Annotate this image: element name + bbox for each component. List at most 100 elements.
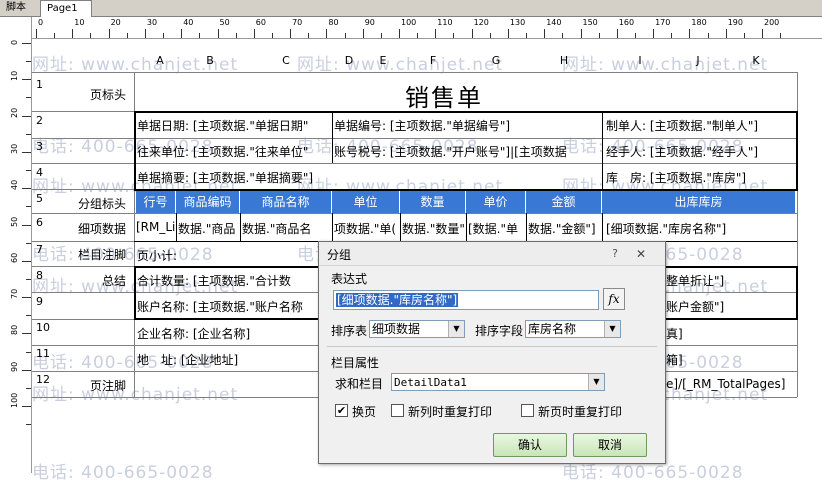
confirm-button[interactable]: 确认: [493, 433, 567, 457]
cell-handler[interactable]: 经手人: [主项数据."经手人"]: [606, 143, 794, 160]
cell-account-name[interactable]: 账户名称: [主项数据."账户名称: [137, 298, 317, 315]
sort-table-select[interactable]: 细项数据 ▼: [369, 320, 465, 338]
cancel-button[interactable]: 取消: [573, 433, 647, 457]
sum-column-select[interactable]: DetailData1 ▼: [391, 373, 605, 391]
band-column-footer[interactable]: 栏目注脚: [36, 246, 130, 263]
ruler-tick: [326, 29, 328, 38]
column-header-i[interactable]: I: [602, 52, 678, 70]
cell-partner[interactable]: 往来单位: [主项数据."往来单位": [137, 143, 331, 160]
page-break-checkbox[interactable]: ✔: [335, 404, 348, 417]
ruler-number: 140: [546, 18, 562, 27]
band-summary[interactable]: 总结: [36, 272, 130, 289]
cell-fax[interactable]: 真]: [666, 325, 794, 342]
cell-account[interactable]: 账号税号: [主项数据."开户账号"]|[主项数据: [334, 143, 600, 160]
column-header-d[interactable]: D: [332, 52, 366, 70]
band-page-header[interactable]: 页标头: [36, 86, 130, 103]
detail-cell-row-number[interactable]: [RM_Lir: [136, 220, 176, 234]
ruler-tick: [22, 224, 31, 226]
expression-value: [细项数据."库房名称"]: [336, 293, 459, 307]
close-icon[interactable]: ✕: [633, 246, 649, 262]
cell-creator[interactable]: 制单人: [主项数据."制单人"]: [606, 117, 794, 134]
header-cell-warehouse-out[interactable]: 出库库房: [602, 191, 796, 213]
header-cell-unit[interactable]: 单位: [332, 191, 400, 213]
chevron-down-icon[interactable]: ▼: [604, 321, 620, 337]
detail-cell-amount[interactable]: 数据."金额"]: [528, 220, 602, 237]
newpage-reprint-checkbox[interactable]: [521, 404, 534, 417]
ruler-tick: [380, 33, 382, 38]
ruler-tick: [181, 29, 183, 38]
grid-line: [32, 213, 797, 214]
detail-cell-warehouse[interactable]: [细项数据."库房名称"]: [606, 220, 794, 237]
cell-page-subtotal[interactable]: 页小计:: [137, 247, 317, 264]
tab-bar: 脚本 Page1: [0, 0, 822, 17]
ruler-tick: [399, 29, 400, 38]
ruler-tick: [562, 33, 564, 38]
header-cell-amount[interactable]: 金额: [526, 191, 602, 213]
chevron-down-icon[interactable]: ▼: [448, 321, 464, 337]
column-header-f[interactable]: F: [400, 52, 466, 70]
chevron-down-icon[interactable]: ▼: [588, 374, 604, 390]
tab-page1[interactable]: Page1: [40, 0, 92, 17]
ruler-tick: [616, 29, 618, 38]
ruler-tick: [199, 33, 201, 38]
column-header-k[interactable]: K: [718, 52, 794, 70]
column-header-a[interactable]: A: [140, 52, 180, 70]
header-cell-quantity[interactable]: 数量: [400, 191, 466, 213]
cell-email[interactable]: 箱]: [666, 351, 794, 368]
cell-doc-date[interactable]: 单据日期: [主项数据."单据日期": [137, 117, 331, 134]
detail-cell-quantity[interactable]: 数据."数量"]: [402, 220, 466, 237]
cell-border: [602, 213, 603, 241]
cell-company-address[interactable]: 地 址: [企业地址]: [137, 351, 317, 368]
newcol-reprint-checkbox[interactable]: [391, 404, 404, 417]
ruler-tick: [526, 33, 528, 38]
cell-warehouse[interactable]: 库 房: [主项数据."库房"]: [606, 169, 794, 186]
sort-field-select[interactable]: 库房名称 ▼: [525, 320, 621, 338]
ruler-number: 100: [401, 18, 417, 27]
header-cell-product-code[interactable]: 商品编码: [176, 191, 240, 213]
cell-account-amount[interactable]: 账户金额"]: [666, 298, 794, 315]
cell-company-name[interactable]: 企业名称: [企业名称]: [137, 325, 317, 342]
header-cell-product-name[interactable]: 商品名称: [240, 191, 332, 213]
band-group-header[interactable]: 分组标头: [36, 195, 130, 212]
cell-summary[interactable]: 单据摘要: [主项数据."单据摘要"]: [137, 169, 597, 186]
grid-line: [32, 138, 797, 139]
ruler-tick: [253, 29, 255, 38]
dialog-titlebar[interactable]: 分组 ? ✕: [319, 242, 665, 266]
report-title[interactable]: 销售单: [364, 78, 524, 113]
function-button[interactable]: fx: [603, 288, 625, 310]
cell-border: [796, 111, 798, 191]
column-header-h[interactable]: H: [526, 52, 602, 70]
sum-column-value: DetailData1: [394, 376, 467, 389]
ruler-tick: [671, 33, 673, 38]
cell-doc-number[interactable]: 单据编号: [主项数据."单据编号"]: [334, 117, 600, 134]
cell-total-quantity[interactable]: 合计数量: [主项数据."合计数: [137, 272, 317, 289]
horizontal-ruler: 0 10 20 30 40 50 60 70 80 90 100 110 120 130 140 150 160…: [32, 17, 822, 39]
ruler-number: 10: [10, 71, 19, 82]
sort-table-value: 细项数据: [372, 322, 421, 336]
sort-field-value: 库房名称: [528, 322, 577, 336]
column-header-j[interactable]: J: [678, 52, 718, 70]
tab-script[interactable]: 脚本: [0, 0, 38, 17]
band-detail-data[interactable]: 细项数据: [36, 220, 130, 237]
ruler-number: 70: [10, 288, 19, 300]
ruler-number: 40: [183, 18, 194, 27]
column-header-c[interactable]: C: [240, 52, 332, 70]
header-cell-row-number[interactable]: 行号: [136, 191, 176, 213]
column-header-e[interactable]: E: [366, 52, 400, 70]
cell-page-number[interactable]: e]/[_RM_TotalPages]: [666, 377, 794, 391]
ruler-number: 60: [255, 18, 266, 27]
ruler-number: 110: [437, 18, 453, 27]
detail-cell-unit[interactable]: 项数据."单(: [334, 220, 400, 237]
column-header-b[interactable]: B: [180, 52, 240, 70]
detail-cell-product-name[interactable]: 数据."商品名: [242, 220, 332, 237]
cell-discount[interactable]: 整单折让"]: [666, 272, 794, 289]
header-cell-unit-price[interactable]: 单价: [466, 191, 526, 213]
ruler-number: 90: [10, 361, 19, 372]
group-dialog[interactable]: 分组 ? ✕ 表达式 [细项数据."库房名称"] fx 排序表 细项数据 ▼ 排…: [318, 241, 666, 464]
detail-cell-unit-price[interactable]: [数据."单: [468, 220, 526, 237]
column-header-g[interactable]: G: [466, 52, 526, 70]
expression-input[interactable]: [细项数据."库房名称"]: [333, 290, 599, 310]
detail-cell-product-code[interactable]: 数据."商品: [178, 220, 240, 237]
band-page-footer[interactable]: 页注脚: [36, 377, 130, 394]
help-icon[interactable]: ?: [607, 246, 623, 262]
